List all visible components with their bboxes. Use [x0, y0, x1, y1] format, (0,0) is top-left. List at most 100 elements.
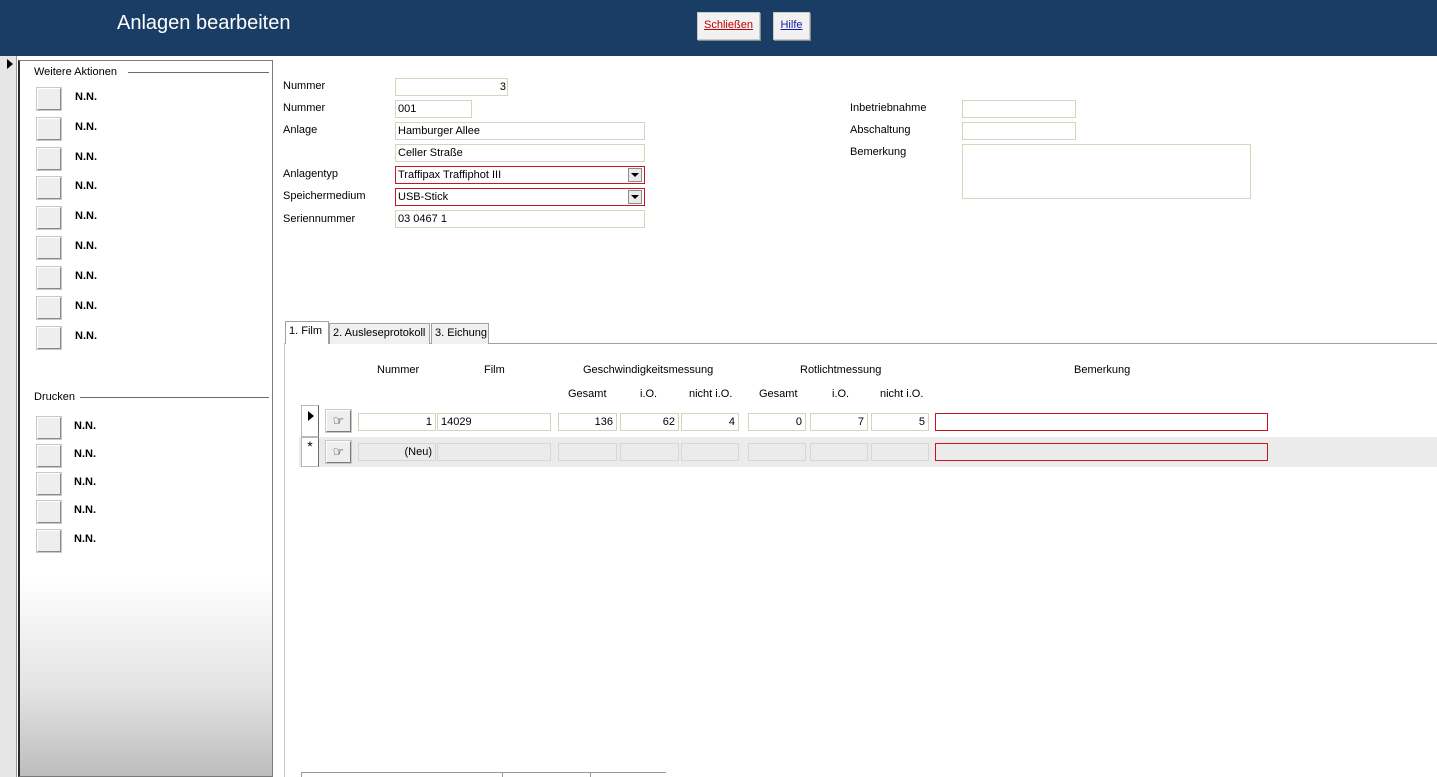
cell-g-gesamt[interactable]: 136 — [558, 413, 617, 431]
cell-g-nicht-io[interactable]: 4 — [681, 413, 739, 431]
cell-g-io[interactable]: 62 — [620, 413, 679, 431]
inbetriebnahme-field[interactable] — [962, 100, 1076, 118]
col-header-g-io: i.O. — [640, 388, 658, 400]
action-button-7[interactable] — [37, 267, 61, 289]
print-label: N.N. — [74, 420, 96, 432]
asterisk-icon: * — [307, 438, 313, 454]
anlage-field-2[interactable]: Celler Straße — [395, 144, 645, 162]
action-label: N.N. — [75, 240, 97, 252]
tab-ausleseprotokoll[interactable]: 2. Ausleseprotokoll — [329, 323, 430, 344]
cell-nummer[interactable]: 1 — [358, 413, 436, 431]
action-label: N.N. — [75, 151, 97, 163]
close-button[interactable]: Schließen — [697, 12, 760, 40]
chevron-down-icon — [631, 173, 639, 177]
form-record-selector-strip[interactable] — [0, 56, 17, 777]
anlagentyp-dropdown-button[interactable] — [628, 168, 642, 182]
nummer-top-label: Nummer — [283, 80, 326, 92]
print-label: N.N. — [74, 448, 96, 460]
page-title: Anlagen bearbeiten — [117, 12, 291, 34]
action-button-2[interactable] — [37, 118, 61, 140]
chevron-down-icon — [631, 195, 639, 199]
action-button-3[interactable] — [37, 148, 61, 170]
new-cell-r-io[interactable] — [810, 443, 868, 461]
action-button-8[interactable] — [37, 297, 61, 319]
speichermedium-combo[interactable]: USB-Stick — [395, 188, 645, 206]
col-header-film: Film — [484, 364, 505, 376]
new-cell-r-nicht-io[interactable] — [871, 443, 929, 461]
current-record-arrow-icon — [308, 411, 314, 421]
anlage-field-1[interactable]: Hamburger Allee — [395, 122, 645, 140]
print-label: N.N. — [74, 476, 96, 488]
col-header-r-nicht-io: nicht i.O. — [880, 388, 924, 400]
action-button-1[interactable] — [37, 88, 61, 110]
abschaltung-label: Abschaltung — [850, 124, 911, 136]
action-label: N.N. — [75, 330, 97, 342]
cell-r-nicht-io[interactable]: 5 — [871, 413, 929, 431]
divider — [128, 72, 269, 73]
tab-eichung[interactable]: 3. Eichung — [431, 323, 489, 344]
cell-r-gesamt[interactable]: 0 — [748, 413, 806, 431]
hand-pointer-icon: ☞ — [332, 444, 345, 459]
print-button-2[interactable] — [37, 445, 61, 467]
seriennummer-field[interactable]: 03 0467 1 — [395, 210, 645, 228]
action-button-6[interactable] — [37, 237, 61, 259]
col-header-geschwindigkeitsmessung: Geschwindigkeitsmessung — [583, 364, 714, 376]
new-cell-g-nicht-io[interactable] — [681, 443, 739, 461]
speichermedium-dropdown-button[interactable] — [628, 190, 642, 204]
actions-group-title: Weitere Aktionen — [34, 66, 117, 78]
record-navigation-bar[interactable] — [301, 772, 502, 777]
record-navigation-segment[interactable] — [502, 772, 590, 777]
anlagentyp-combo[interactable]: Traffipax Traffiphot III — [395, 166, 645, 184]
col-header-g-nicht-io: nicht i.O. — [689, 388, 733, 400]
action-label: N.N. — [75, 210, 97, 222]
print-label: N.N. — [74, 533, 96, 545]
help-button[interactable]: Hilfe — [773, 12, 810, 40]
current-record-arrow-icon — [7, 59, 13, 69]
nummer-top-field[interactable]: 3 — [395, 78, 508, 96]
print-button-3[interactable] — [37, 473, 61, 495]
new-cell-film[interactable] — [437, 443, 551, 461]
print-group-title: Drucken — [34, 391, 75, 403]
anlagentyp-label: Anlagentyp — [283, 168, 339, 180]
new-cell-bemerkung[interactable] — [935, 443, 1268, 461]
tab-film[interactable]: 1. Film — [285, 321, 329, 344]
action-label: N.N. — [75, 180, 97, 192]
divider — [80, 397, 269, 398]
abschaltung-field[interactable] — [962, 122, 1076, 140]
nummer-label: Nummer — [283, 102, 326, 114]
hand-pointer-icon: ☞ — [332, 413, 345, 428]
tab-page-border — [284, 343, 285, 777]
action-label: N.N. — [75, 300, 97, 312]
col-header-r-io: i.O. — [832, 388, 850, 400]
action-label: N.N. — [75, 270, 97, 282]
row-open-button[interactable]: ☞ — [326, 410, 351, 432]
col-header-g-gesamt: Gesamt — [568, 388, 607, 400]
new-record-selector[interactable]: * — [301, 437, 319, 467]
new-row-open-button[interactable]: ☞ — [326, 441, 351, 463]
new-cell-g-gesamt[interactable] — [558, 443, 617, 461]
col-header-rotlichtmessung: Rotlichtmessung — [800, 364, 882, 376]
record-navigation-segment[interactable] — [590, 772, 666, 777]
action-button-9[interactable] — [37, 327, 61, 349]
print-label: N.N. — [74, 504, 96, 516]
print-button-4[interactable] — [37, 501, 61, 523]
print-button-5[interactable] — [37, 530, 61, 552]
cell-r-io[interactable]: 7 — [810, 413, 868, 431]
col-header-nummer: Nummer — [377, 364, 420, 376]
speichermedium-label: Speichermedium — [283, 190, 366, 202]
bemerkung-textarea[interactable] — [962, 144, 1251, 199]
action-button-4[interactable] — [37, 177, 61, 199]
row-record-selector[interactable] — [301, 405, 319, 437]
new-cell-g-io[interactable] — [620, 443, 679, 461]
new-cell-nummer[interactable]: (Neu) — [358, 443, 436, 461]
print-button-1[interactable] — [37, 417, 61, 439]
col-header-bemerkung: Bemerkung — [1074, 364, 1131, 376]
action-button-5[interactable] — [37, 207, 61, 229]
col-header-r-gesamt: Gesamt — [759, 388, 798, 400]
new-cell-r-gesamt[interactable] — [748, 443, 806, 461]
cell-film[interactable]: 14029 — [437, 413, 551, 431]
nummer-field[interactable]: 001 — [395, 100, 472, 118]
action-label: N.N. — [75, 121, 97, 133]
cell-bemerkung[interactable] — [935, 413, 1268, 431]
bemerkung-label: Bemerkung — [850, 146, 907, 158]
